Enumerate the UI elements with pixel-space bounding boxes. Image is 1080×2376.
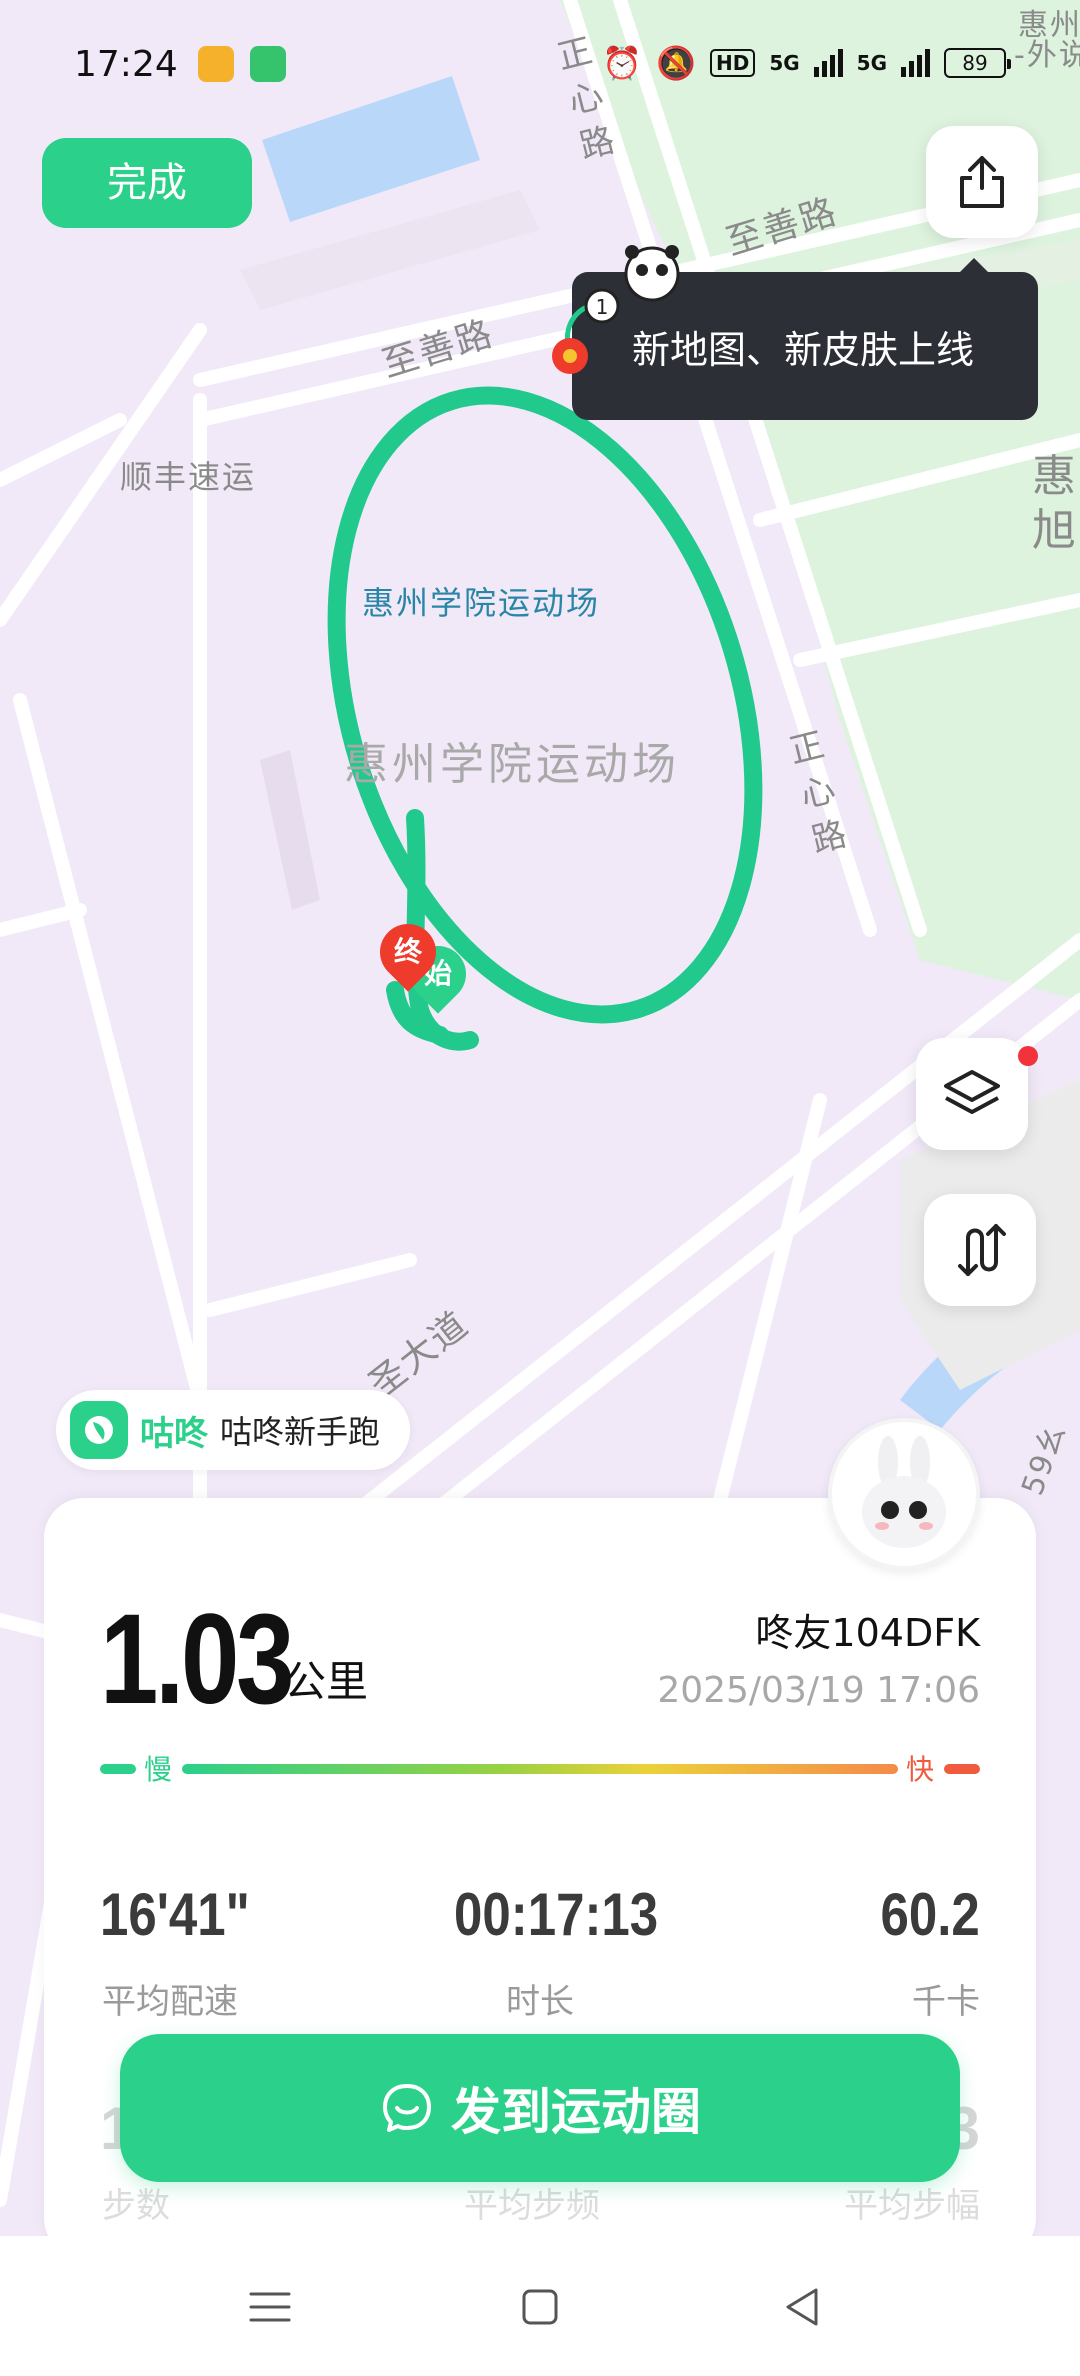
back-nav-icon[interactable] — [778, 2282, 828, 2332]
system-nav-bar — [0, 2236, 1080, 2376]
route-toggle-button[interactable] — [924, 1194, 1036, 1306]
calories-label: 千卡 — [912, 1982, 980, 2022]
alarm-icon: ⏰ — [602, 44, 643, 82]
menu-nav-icon[interactable] — [245, 2282, 295, 2332]
layers-icon — [944, 1070, 1000, 1114]
panda-mascot-icon: 1 — [552, 245, 680, 374]
route-icon — [958, 1224, 1006, 1276]
share-button[interactable] — [926, 126, 1038, 238]
post-to-feed-label: 发到运动圈 — [451, 2083, 701, 2141]
pace-scale: 慢 快 — [100, 1748, 980, 1788]
user-name: 咚友104DFK — [755, 1611, 980, 1655]
avg-cadence-label: 平均步频 — [464, 2186, 600, 2226]
status-time: 17:24 — [74, 44, 178, 85]
home-nav-icon[interactable] — [515, 2282, 565, 2332]
calories-value: 60.2 — [880, 1881, 980, 1948]
map-label-corner: 旭 — [1032, 505, 1078, 556]
end-pin[interactable]: 终 — [368, 912, 448, 992]
signal-bars-icon — [813, 49, 843, 77]
scale-fast-cap — [944, 1764, 980, 1774]
codoon-logo-icon — [70, 1401, 128, 1459]
status-icons: ⏰ 🔕 HD 5G 5G 89 — [602, 44, 1011, 82]
avg-stride-label: 平均步幅 — [844, 2186, 980, 2226]
run-datetime: 2025/03/19 17:06 — [657, 1670, 980, 1711]
status-bar: 17:24 ⏰ 🔕 HD 5G 5G 89 — [0, 0, 1080, 130]
pace-gradient-bar — [182, 1764, 898, 1774]
map-label-stadium: 惠州学院运动场 — [362, 584, 601, 622]
mute-icon: 🔕 — [656, 44, 696, 82]
svg-text:1: 1 — [596, 295, 609, 319]
duration-label: 时长 — [506, 1982, 574, 2022]
hd-icon: HD — [709, 49, 756, 77]
battery-icon: 89 — [944, 48, 1011, 78]
steps-label: 步数 — [102, 2186, 170, 2226]
avg-pace-value: 16'41" — [100, 1881, 250, 1948]
done-button[interactable]: 完成 — [42, 138, 252, 228]
post-to-feed-button[interactable]: 发到运动圈 — [120, 2034, 960, 2182]
avatar[interactable] — [828, 1418, 980, 1570]
run-type-tag[interactable]: 咕咚 咕咚新手跑 — [56, 1390, 411, 1470]
signal-bars-icon — [901, 49, 930, 77]
scale-slow-cap — [100, 1764, 136, 1774]
tag-brand: 咕咚 — [140, 1413, 208, 1454]
signal-5g-label: 5G — [769, 51, 800, 75]
app-notification-icon — [198, 46, 234, 82]
pace-slow-label: 慢 — [144, 1753, 173, 1786]
map-layers-button[interactable] — [916, 1038, 1028, 1150]
security-app-icon — [250, 46, 286, 82]
share-icon — [960, 156, 1004, 208]
map-label-stadium-area: 惠州学院运动场 — [344, 739, 680, 790]
signal-5g-label: 5G — [856, 51, 887, 75]
map-label-shunfeng: 顺丰速运 — [120, 458, 257, 496]
distance-value: 1.03 — [100, 1588, 294, 1731]
pace-fast-label: 快 — [906, 1753, 935, 1786]
tag-text: 咕咚新手跑 — [220, 1413, 381, 1451]
notification-dot — [1018, 1046, 1038, 1066]
avg-pace-label: 平均配速 — [102, 1982, 238, 2022]
avatar-mascot-icon — [862, 1436, 946, 1548]
distance-unit: 公里 — [284, 1657, 369, 1706]
duration-value: 00:17:13 — [454, 1881, 659, 1948]
chat-bubble-icon — [383, 2084, 431, 2132]
